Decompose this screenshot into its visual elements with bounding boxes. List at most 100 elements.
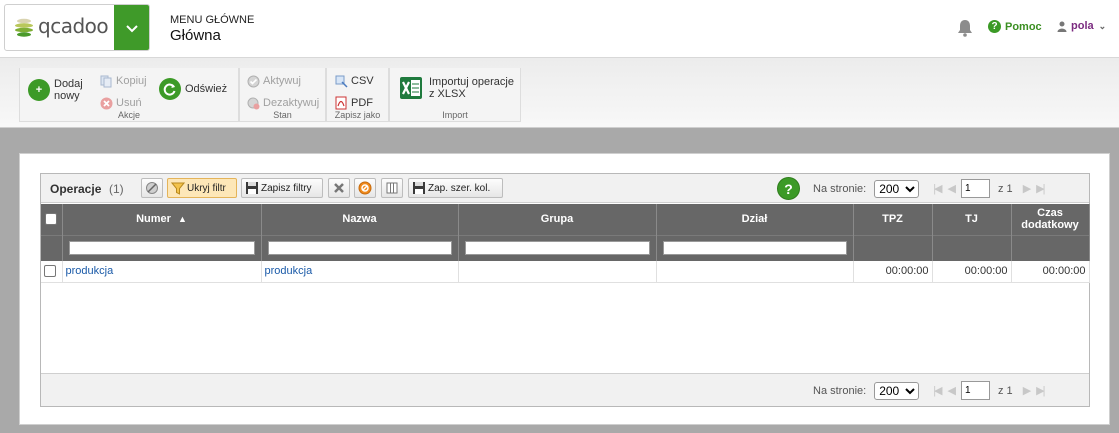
menu-caption: MENU GŁÓWNE	[170, 14, 255, 26]
activate-button[interactable]: Aktywuj	[246, 74, 301, 88]
column-header-nazwa[interactable]: Nazwa	[261, 204, 459, 235]
column-header-dzial[interactable]: Dział	[656, 204, 854, 235]
deactivate-icon	[246, 96, 260, 110]
prev-page-icon[interactable]: ◀	[948, 384, 957, 397]
column-header-tpz[interactable]: TPZ	[853, 204, 933, 235]
logo-text: qcadoo	[38, 14, 109, 38]
cell-numer-link[interactable]: produkcja	[62, 261, 262, 283]
export-csv-button[interactable]: CSV	[334, 74, 374, 88]
chevron-down-icon	[125, 24, 138, 32]
add-new-button[interactable]: + Dodaj nowy	[28, 78, 90, 102]
qcadoo-logo-icon	[15, 18, 33, 37]
select-all-header[interactable]	[41, 204, 63, 235]
help-label: Pomoc	[1005, 20, 1042, 33]
filter-input-dzial[interactable]	[662, 241, 847, 256]
ribbon-group-label: Import	[442, 110, 468, 120]
import-xlsx-button[interactable]: Importuj operacje z XLSX	[399, 76, 519, 100]
ribbon-group-label: Zapisz jako	[334, 110, 381, 120]
clear-filter-icon	[146, 182, 158, 194]
delete-icon	[99, 96, 113, 110]
cancel-icon	[358, 181, 372, 195]
cell-tj: 00:00:00	[932, 261, 1012, 283]
top-header: qcadoo MENU GŁÓWNE Główna ? Pomoc pola ⌄	[0, 0, 1119, 58]
cell-dzial	[656, 261, 854, 283]
deactivate-button[interactable]: Dezaktywuj	[246, 96, 319, 110]
ribbon-group-actions: + Dodaj nowy Kopiuj Usuń Odśwież Akcje	[19, 68, 239, 122]
filter-input-nazwa[interactable]	[267, 241, 452, 256]
cancel-filter-button[interactable]	[354, 178, 376, 198]
page-input[interactable]	[961, 381, 990, 400]
cell-tpz: 00:00:00	[853, 261, 933, 283]
per-page-label: Na stronie:	[813, 182, 867, 195]
grid-toolbar: Operacje (1) Ukryj filtr Zapisz filtry Z…	[41, 174, 1089, 203]
next-page-icon[interactable]: ▶	[1023, 384, 1032, 397]
last-page-icon[interactable]: ▶|	[1036, 384, 1045, 397]
top-pager: Na stronie: 200 |◀ ◀ z 1 ▶ ▶|	[813, 179, 1050, 198]
per-page-select[interactable]: 200	[874, 179, 920, 198]
ribbon-group-label: Akcje	[117, 110, 140, 120]
pdf-icon	[334, 96, 348, 110]
ribbon-group-label: Stan	[273, 110, 292, 120]
filter-cell-grupa	[458, 234, 657, 261]
ribbon-group-export: CSV PDF Zapisz jako	[326, 68, 389, 122]
remove-button[interactable]	[328, 178, 350, 198]
per-page-select[interactable]: 200	[874, 381, 920, 400]
column-header-numer[interactable]: Numer ▲	[62, 204, 262, 235]
filter-cell-nazwa	[261, 234, 459, 261]
filter-input-grupa[interactable]	[464, 241, 650, 256]
row-checkbox-cell	[41, 261, 63, 283]
filter-cell-dzial	[656, 234, 854, 261]
prev-page-icon[interactable]: ◀	[948, 182, 957, 195]
copy-button[interactable]: Kopiuj	[99, 74, 147, 88]
logo-box[interactable]: qcadoo	[4, 4, 150, 51]
refresh-icon	[159, 78, 181, 100]
save-column-widths-button[interactable]: Zap. szer. kol.	[408, 178, 503, 198]
column-header-tj[interactable]: TJ	[932, 204, 1012, 235]
menu-current-title: Główna	[170, 27, 221, 44]
select-all-checkbox[interactable]	[45, 213, 58, 226]
page-input[interactable]	[961, 179, 990, 198]
last-page-icon[interactable]: ▶|	[1036, 182, 1045, 195]
export-pdf-button[interactable]: PDF	[334, 96, 373, 110]
grid-count: (1)	[109, 182, 124, 196]
menu-toggle-button[interactable]	[114, 5, 149, 50]
user-icon	[1057, 21, 1067, 32]
first-page-icon[interactable]: |◀	[933, 384, 942, 397]
ribbon-group-import: Importuj operacje z XLSX Import	[389, 68, 521, 122]
help-link[interactable]: ? Pomoc	[988, 20, 1042, 33]
excel-icon	[399, 76, 423, 100]
filter-input-numer[interactable]	[68, 241, 255, 256]
delete-button[interactable]: Usuń	[99, 96, 142, 110]
clear-filter-button[interactable]	[141, 178, 163, 198]
ribbon: + Dodaj nowy Kopiuj Usuń Odśwież Akcje A…	[0, 58, 1119, 128]
next-page-icon[interactable]: ▶	[1023, 182, 1032, 195]
row-checkbox[interactable]	[44, 265, 56, 278]
filter-cell-numer	[62, 234, 262, 261]
floppy-icon	[246, 182, 258, 194]
main-panel: Operacje (1) Ukryj filtr Zapisz filtry Z…	[19, 153, 1110, 425]
filter-cell-tj	[932, 234, 1012, 261]
user-menu[interactable]: pola ⌄	[1057, 20, 1106, 32]
floppy-icon	[413, 182, 425, 194]
column-header-grupa[interactable]: Grupa	[458, 204, 657, 235]
save-filters-button[interactable]: Zapisz filtry	[241, 178, 323, 198]
table-row[interactable]: produkcja produkcja 00:00:00 00:00:00 00…	[41, 261, 1090, 283]
per-page-label: Na stronie:	[813, 384, 867, 397]
first-page-icon[interactable]: |◀	[933, 182, 942, 195]
csv-icon	[334, 74, 348, 88]
bottom-pager: Na stronie: 200 |◀ ◀ z 1 ▶ ▶|	[813, 381, 1050, 400]
filter-cell-tpz	[853, 234, 933, 261]
help-icon: ?	[988, 20, 1001, 33]
refresh-button[interactable]: Odśwież	[159, 78, 227, 100]
cell-czas: 00:00:00	[1011, 261, 1090, 283]
page-count: z 1	[998, 182, 1013, 195]
columns-button[interactable]	[381, 178, 403, 198]
hide-filter-button[interactable]: Ukryj filtr	[167, 178, 237, 198]
operations-table: Numer ▲ Nazwa Grupa Dział TPZ TJ Czas do…	[41, 204, 1090, 283]
grid-help-icon[interactable]: ?	[777, 177, 800, 200]
cell-nazwa-link[interactable]: produkcja	[261, 261, 459, 283]
cell-grupa	[458, 261, 657, 283]
activate-icon	[246, 74, 260, 88]
column-header-czas[interactable]: Czas dodatkowy	[1011, 204, 1090, 235]
bell-icon[interactable]	[957, 19, 973, 37]
